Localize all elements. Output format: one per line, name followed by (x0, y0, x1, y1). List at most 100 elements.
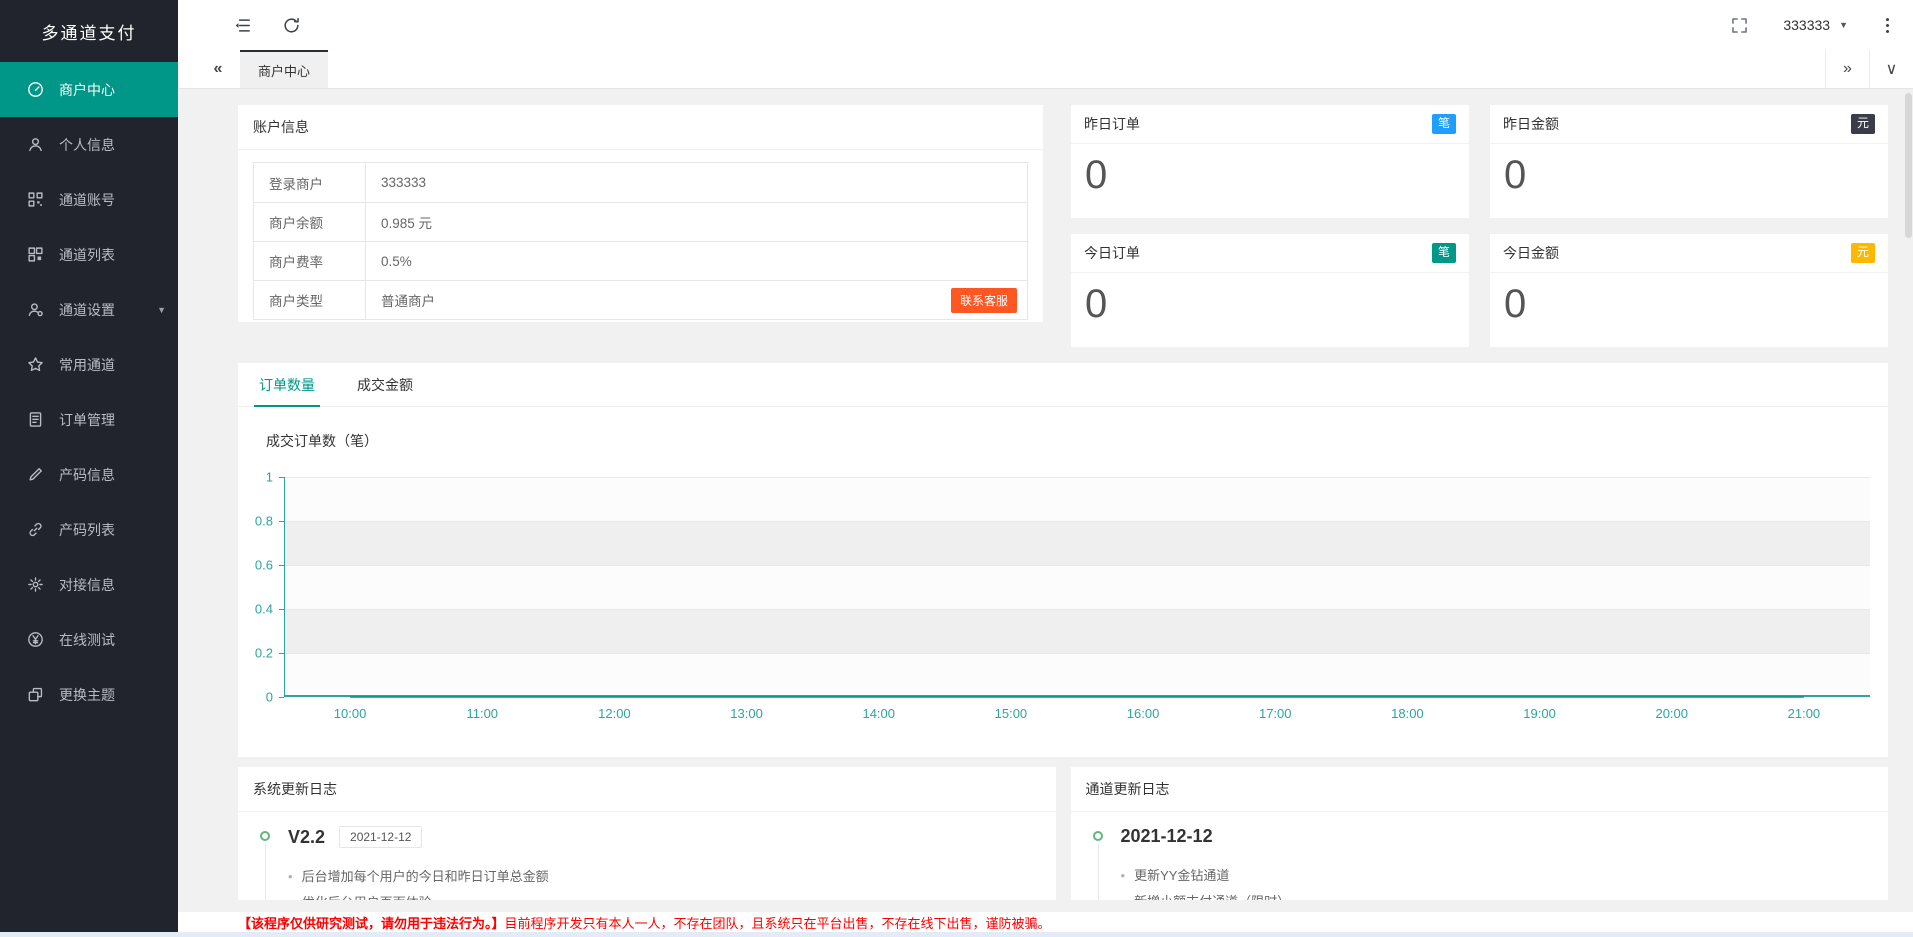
stat-cards-grid: 昨日订单笔0昨日金额元0今日订单笔0今日金额元0 (1071, 105, 1888, 347)
x-axis-tick-label: 15:00 (995, 706, 1028, 721)
scroll-tabs-right-icon[interactable]: » (1825, 50, 1869, 88)
account-row-label: 商户类型 (254, 281, 366, 319)
sidebar-item-online-test[interactable]: 在线测试 (0, 612, 178, 667)
link-icon (27, 521, 44, 538)
header-right: 333333 ▼ (1730, 16, 1897, 35)
collapse-menu-icon[interactable] (233, 16, 252, 35)
account-table: 登录商户333333商户余额0.985 元商户费率 0.5% 商户类型普通商户联系客… (253, 162, 1028, 320)
sidebar-item-order-management[interactable]: 订单管理 (0, 392, 178, 447)
refresh-icon[interactable] (282, 16, 301, 35)
tab-order-count[interactable]: 订单数量 (254, 363, 320, 406)
document-icon (27, 411, 44, 428)
account-row: 登录商户333333 (254, 163, 1027, 202)
timeline-entry: 2021-12-12 更新YY金钻通道新增小额支付通道（限时） (1093, 826, 1869, 900)
stat-card-title: 今日订单 (1084, 243, 1140, 263)
caret-down-icon: ▼ (157, 305, 166, 315)
vertical-scrollbar[interactable] (1905, 93, 1912, 238)
sidebar-item-change-theme[interactable]: 更换主题 (0, 667, 178, 722)
y-axis-tick-label: 0.6 (255, 558, 273, 573)
version-label: V2.2 (288, 827, 325, 848)
tab-deal-amount[interactable]: 成交金额 (352, 363, 418, 406)
channel-log-card: 通道更新日志 2021-12-12 更新YY金钻通道新增小额支付通道（限时） (1071, 767, 1889, 900)
account-row-value: 0.985 元 (381, 212, 432, 232)
unit-badge: 笔 (1432, 243, 1456, 262)
more-menu-icon[interactable] (1878, 16, 1897, 35)
sidebar-item-personal-info[interactable]: 个人信息 (0, 117, 178, 172)
x-axis-tick-label: 11:00 (466, 706, 498, 721)
channel-log-title: 通道更新日志 (1071, 767, 1889, 812)
disclaimer-footer: 【该程序仅供研究测试，请勿用于违法行为。】 目前程序开发只有本人一人，不存在团队… (178, 912, 1913, 932)
tab-bar-controls: » ∨ (1825, 50, 1913, 88)
sidebar-item-channel-list[interactable]: 通道列表 (0, 227, 178, 282)
contact-support-button[interactable]: 联系客服 (951, 288, 1017, 313)
fullscreen-icon[interactable] (1730, 16, 1749, 35)
stat-card-today-amount: 今日金额元0 (1490, 234, 1888, 347)
stat-card-yesterday-orders: 昨日订单笔0 (1071, 105, 1469, 218)
x-axis-tick-label: 21:00 (1788, 706, 1821, 721)
chart-card: 订单数量成交金额 成交订单数（笔） 00.20.40.60.8110:0011:… (238, 363, 1888, 757)
sidebar-item-label: 通道设置 (59, 300, 115, 320)
sidebar-item-api-info[interactable]: 对接信息 (0, 557, 178, 612)
user-icon (27, 136, 44, 153)
x-axis-tick-label: 17:00 (1259, 706, 1292, 721)
sidebar-item-channel-settings[interactable]: 通道设置 ▼ (0, 282, 178, 337)
sidebar-item-label: 常用通道 (59, 355, 115, 375)
tab-options-icon[interactable]: ∨ (1869, 50, 1913, 88)
channel-log-items: 更新YY金钻通道新增小额支付通道（限时） (1121, 863, 1869, 900)
sidebar-item-label: 更换主题 (59, 685, 115, 705)
star-icon (27, 356, 44, 373)
gear-icon (27, 576, 44, 593)
y-axis-tick (279, 697, 284, 698)
log-bullet-item: 更新YY金钻通道 (1121, 863, 1869, 889)
sidebar-item-label: 订单管理 (59, 410, 115, 430)
system-log-title: 系统更新日志 (238, 767, 1056, 812)
stat-card-value: 0 (1071, 273, 1469, 324)
date-badge: 2021-12-12 (339, 826, 422, 848)
sidebar-item-merchant-center[interactable]: 商户中心 (0, 62, 178, 117)
sidebar-item-common-channels[interactable]: 常用通道 (0, 337, 178, 392)
chart-series-line (284, 477, 1870, 697)
yen-icon (27, 631, 44, 648)
y-axis-tick-label: 0.8 (255, 514, 273, 529)
account-row-label: 商户费率 (254, 242, 366, 280)
sidebar-item-label: 个人信息 (59, 135, 115, 155)
sidebar-item-label: 通道账号 (59, 190, 115, 210)
sidebar-item-label: 在线测试 (59, 630, 115, 650)
timeline-entry: V2.2 2021-12-12 后台增加每个用户的今日和昨日订单总金额优化后台用… (260, 826, 1036, 900)
account-row-value: 0.5% (381, 254, 412, 269)
line-chart: 00.20.40.60.8110:0011:0012:0013:0014:001… (284, 477, 1870, 697)
sidebar-item-label: 通道列表 (59, 245, 115, 265)
chart-title: 成交订单数（笔） (266, 431, 1888, 451)
merchant-id: 333333 (1783, 17, 1830, 33)
sidebar-menu: 商户中心个人信息通道账号通道列表通道设置 ▼ 常用通道订单管理产码信息产码列表对接信… (0, 62, 178, 722)
unit-badge: 元 (1851, 243, 1875, 262)
account-row-value: 333333 (381, 175, 426, 190)
x-axis-tick-label: 13:00 (730, 706, 763, 721)
disclaimer-text: 目前程序开发只有本人一人，不存在团队，且系统只在平台出售，不存在线下出售，谨防被… (505, 913, 1051, 932)
account-row: 商户费率 0.5% (254, 241, 1027, 280)
dashboard-icon (27, 81, 44, 98)
qr-icon (27, 191, 44, 208)
scroll-tabs-left-icon[interactable]: « (196, 50, 240, 88)
sidebar: 多通道支付 商户中心个人信息通道账号通道列表通道设置▼常用通道订单管理产码信息产… (0, 0, 178, 937)
x-axis-tick-label: 19:00 (1523, 706, 1556, 721)
x-axis-tick-label: 14:00 (862, 706, 895, 721)
account-info-card: 账户信息 登录商户333333商户余额0.985 元商户费率0.5%商户类型普通… (238, 105, 1043, 322)
tab-merchant-center[interactable]: 商户中心 (240, 50, 328, 88)
sidebar-item-channel-account[interactable]: 通道账号 (0, 172, 178, 227)
y-axis-tick-label: 0.2 (255, 646, 273, 661)
sidebar-item-code-list[interactable]: 产码列表 (0, 502, 178, 557)
x-axis-tick-label: 20:00 (1655, 706, 1688, 721)
y-axis-tick-label: 1 (266, 470, 273, 485)
x-axis-tick-label: 10:00 (334, 706, 367, 721)
main-area: 333333 ▼ « 商户中心 » ∨ 账户信息 登录商户333333商户余额0… (178, 0, 1913, 937)
sidebar-item-code-info[interactable]: 产码信息 (0, 447, 178, 502)
log-bullet-item: 后台增加每个用户的今日和昨日订单总金额 (288, 864, 1036, 890)
stat-card-today-orders: 今日订单 笔 0 (1071, 234, 1469, 347)
stat-card-value: 0 (1071, 144, 1469, 195)
unit-badge: 元 (1851, 114, 1875, 133)
sidebar-item-label: 产码列表 (59, 520, 115, 540)
merchant-dropdown[interactable]: 333333 ▼ (1783, 17, 1848, 33)
account-row: 商户类型普通商户联系客服 (254, 280, 1027, 319)
account-row: 商户余额0.985 元 (254, 202, 1027, 241)
